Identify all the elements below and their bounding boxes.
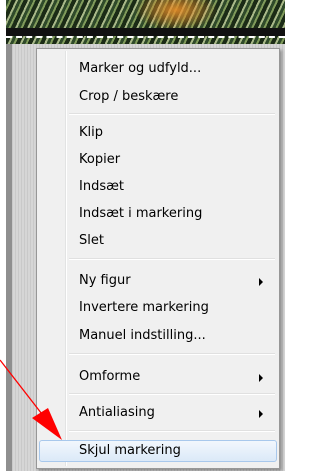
menu-item-label: Klip bbox=[79, 125, 104, 140]
menu-item-delete[interactable]: Slet bbox=[39, 230, 277, 252]
menu-item-label: Indsæt i markering bbox=[79, 206, 203, 221]
menu-item-paste-into-selection[interactable]: Indsæt i markering bbox=[39, 203, 277, 225]
menu-item-label: Ny figur bbox=[79, 273, 131, 288]
menu-item-label: Invertere markering bbox=[79, 300, 209, 315]
menu-item-label: Indsæt bbox=[79, 179, 124, 194]
menu-item-label: Slet bbox=[79, 233, 104, 248]
submenu-arrow-icon bbox=[259, 410, 263, 418]
menu-item-label: Kopier bbox=[79, 152, 121, 167]
menu-item-label: Omforme bbox=[79, 369, 141, 384]
menu-item-label: Skjul markering bbox=[79, 443, 181, 458]
menu-item-mark-and-fill[interactable]: Marker og udfyld... bbox=[39, 58, 277, 80]
menu-separator bbox=[69, 258, 275, 260]
menu-separator bbox=[69, 113, 275, 115]
menu-item-crop[interactable]: Crop / beskære bbox=[39, 86, 277, 108]
menu-item-manual-setting[interactable]: Manuel indstilling... bbox=[39, 325, 277, 347]
menu-item-invert-selection[interactable]: Invertere markering bbox=[39, 297, 277, 319]
menu-item-hide-selection[interactable]: Skjul markering bbox=[39, 440, 277, 462]
submenu-arrow-icon bbox=[259, 278, 263, 286]
menu-separator bbox=[69, 353, 275, 355]
menu-separator bbox=[69, 393, 275, 395]
menu-item-paste[interactable]: Indsæt bbox=[39, 176, 277, 198]
menu-item-cut[interactable]: Klip bbox=[39, 122, 277, 144]
menu-item-new-shape[interactable]: Ny figur bbox=[39, 270, 277, 292]
menu-item-transform[interactable]: Omforme bbox=[39, 366, 277, 388]
menu-item-label: Antialiasing bbox=[79, 405, 155, 420]
menu-item-label: Manuel indstilling... bbox=[79, 328, 206, 343]
menu-item-label: Marker og udfyld... bbox=[79, 61, 202, 76]
menu-item-label: Crop / beskære bbox=[79, 89, 179, 104]
submenu-arrow-icon bbox=[259, 374, 263, 382]
menu-item-antialiasing[interactable]: Antialiasing bbox=[39, 402, 277, 424]
selection-marquee bbox=[6, 36, 285, 38]
menu-item-copy[interactable]: Kopier bbox=[39, 149, 277, 171]
context-menu: Marker og udfyld... Crop / beskære Klip … bbox=[36, 48, 280, 469]
menu-separator bbox=[69, 430, 275, 432]
